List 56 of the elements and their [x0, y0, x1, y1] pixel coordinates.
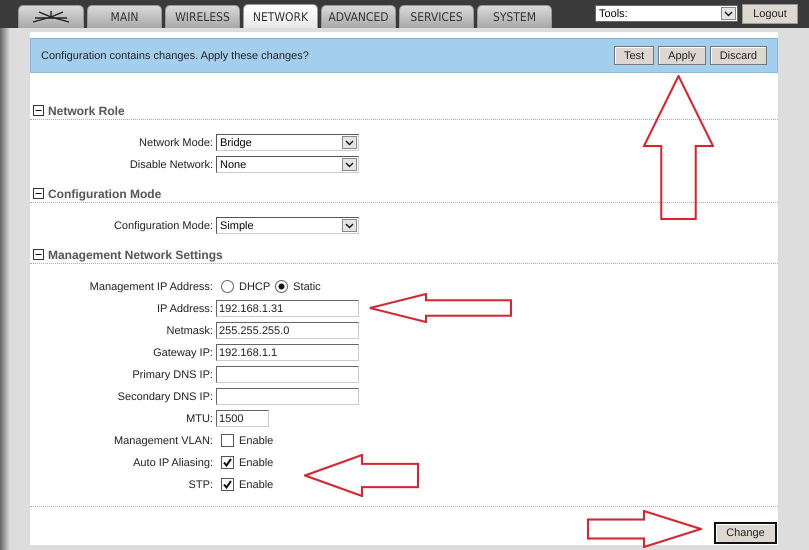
logo-icon [31, 11, 71, 23]
banner-button[interactable]: Discard [710, 46, 767, 65]
input-field[interactable]: 255.255.255.0 [216, 322, 359, 339]
field-label: Configuration Mode: [112, 220, 213, 232]
input-field[interactable]: 192.168.1.1 [216, 344, 359, 361]
checkbox[interactable] [221, 456, 234, 469]
input-field[interactable]: 1500 [216, 410, 269, 427]
banner-button[interactable]: Apply [658, 46, 706, 65]
checkbox-label: Enable [239, 456, 274, 468]
field-label: Disable Network: [128, 158, 213, 170]
field-label: IP Address: [156, 302, 213, 314]
field-label: Management IP Address: [88, 280, 213, 292]
field-label: Primary DNS IP: [131, 368, 213, 380]
dropdown[interactable]: Simple [216, 217, 359, 234]
section-title: Management Network Settings [48, 248, 223, 262]
dropdown[interactable]: Bridge [216, 134, 359, 151]
field-label: Netmask: [166, 324, 213, 336]
section-title: Network Role [48, 104, 125, 118]
field-label: Gateway IP: [152, 346, 213, 358]
tools-dropdown[interactable]: Tools: [595, 5, 738, 22]
radio-label: Static [293, 280, 321, 292]
section-title: Configuration Mode [48, 186, 162, 200]
input-field[interactable] [216, 388, 359, 405]
logout-button[interactable]: Logout [742, 4, 798, 24]
change-button[interactable]: Change [714, 522, 777, 544]
collapse-icon[interactable] [33, 249, 44, 260]
dropdown[interactable]: None [216, 156, 359, 173]
section-header[interactable]: Network Role [30, 103, 778, 120]
nav-tab[interactable]: ADVANCED [321, 5, 396, 28]
section-header[interactable]: Management Network Settings [30, 247, 778, 264]
collapse-icon[interactable] [33, 105, 44, 116]
field-label: MTU: [185, 412, 213, 424]
checkbox[interactable] [221, 478, 234, 491]
radio-button[interactable] [275, 280, 288, 293]
input-field[interactable] [216, 366, 359, 383]
input-field[interactable]: 192.168.1.31 [216, 300, 359, 317]
field-label: Secondary DNS IP: [116, 390, 213, 402]
banner-button[interactable]: Test [614, 46, 654, 65]
nav-tab[interactable]: WIRELESS [165, 5, 240, 28]
checkbox-label: Enable [239, 434, 274, 446]
collapse-icon[interactable] [33, 188, 44, 199]
section-header[interactable]: Configuration Mode [30, 186, 778, 203]
nav-tab[interactable]: SYSTEM [477, 5, 552, 28]
field-label: Network Mode: [138, 136, 213, 148]
checkbox-label: Enable [239, 478, 274, 490]
field-label: STP: [188, 478, 213, 490]
banner-message: Configuration contains changes. Apply these changes? [41, 50, 310, 62]
nav-tab[interactable]: SERVICES [399, 5, 474, 28]
checkbox[interactable] [221, 434, 234, 447]
radio-button[interactable] [221, 280, 234, 293]
logo-tab[interactable] [18, 5, 84, 28]
field-label: Management VLAN: [112, 434, 213, 446]
nav-tab[interactable]: MAIN [87, 5, 162, 28]
nav-tab[interactable]: NETWORK [243, 4, 318, 28]
radio-label: DHCP [239, 280, 270, 292]
field-label: Auto IP Aliasing: [132, 456, 213, 468]
